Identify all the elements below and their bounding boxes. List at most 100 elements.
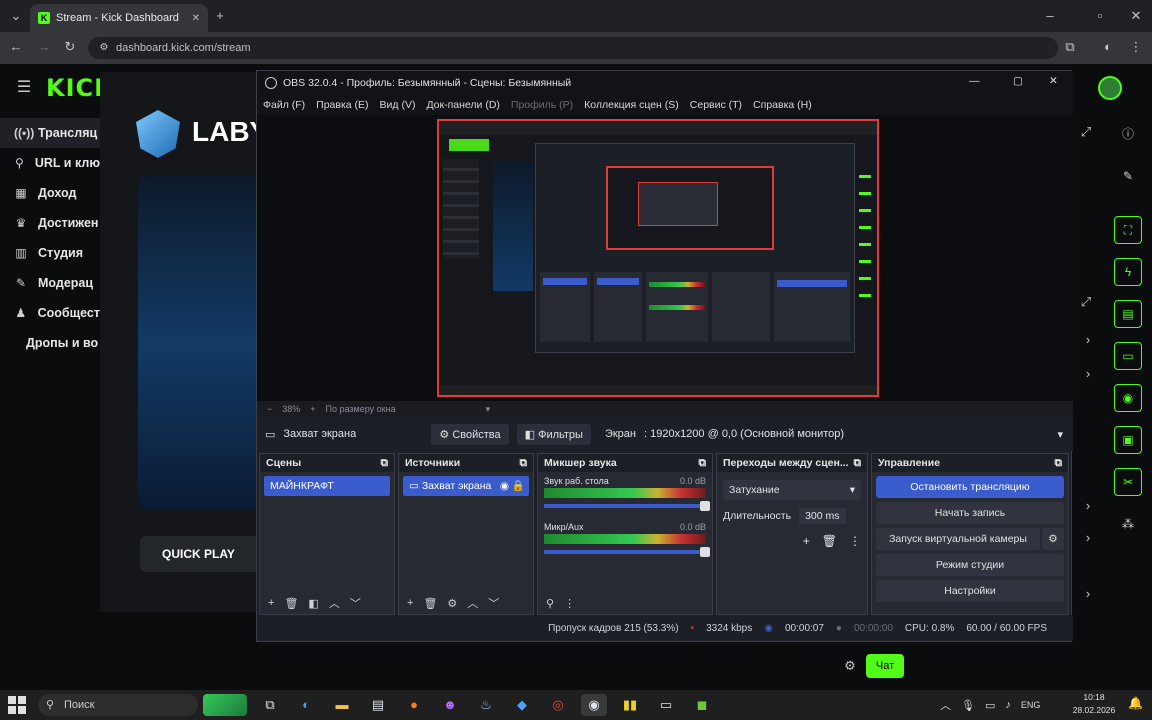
menu-tools[interactable]: Сервис (T) [690,99,742,111]
site-info-icon[interactable]: ⚙ [94,38,114,58]
scene-item[interactable]: МАЙНКРАФТ [264,476,390,496]
menu-help[interactable]: Справка (H) [753,99,812,111]
forward-icon[interactable]: → [34,37,54,57]
virtual-camera-settings-icon[interactable]: ⚙ [1042,528,1064,550]
menu-view[interactable]: Вид (V) [380,99,416,111]
labymod-icon[interactable]: ◆ [509,694,535,716]
start-recording-button[interactable]: Начать запись [876,502,1064,524]
dock-undock-icon[interactable]: ⧉ [381,454,389,472]
screen-capture-preview[interactable] [437,119,879,397]
chat-bubble-icon[interactable]: ▭ [1114,342,1142,370]
quick-play-button[interactable]: QUICK PLAY [140,536,260,572]
sidebar-item-studio[interactable]: ▥ Студия [0,238,100,268]
minecraft-icon[interactable]: ◼ [689,694,715,716]
obs-minimize-icon[interactable]: — [969,75,980,87]
remove-transition-icon[interactable]: 🗑 [822,534,837,548]
move-down-icon[interactable]: ﹀ [350,595,361,611]
duration-input[interactable]: 300 ms [799,508,846,524]
discord-icon[interactable]: ☻ [437,694,463,716]
sidebar-item-community[interactable]: ♟ Сообщест [0,298,100,328]
obs-maximize-icon[interactable]: ▢ [1013,75,1023,87]
transition-select[interactable]: Затухание ▾ [723,480,861,500]
expand-icon[interactable]: ⤢ [1076,122,1096,142]
sidebar-item-achievements[interactable]: ♛ Достижен [0,208,100,238]
dock-undock-icon[interactable]: ⧉ [520,454,528,472]
mixer-menu-icon[interactable]: ⋮ [564,597,575,610]
weather-widget-icon[interactable] [203,694,247,716]
tray-chevron-icon[interactable]: ︿ [940,697,951,713]
stop-streaming-button[interactable]: Остановить трансляцию [876,476,1064,498]
task-view-icon[interactable]: ⧉ [257,694,283,716]
volume-icon[interactable]: ♪ [1005,699,1011,711]
network-tray-icon[interactable]: ▭ [985,699,995,712]
add-scene-icon[interactable]: + [268,597,274,609]
hamburger-icon[interactable]: ☰ [14,78,34,98]
menu-docks[interactable]: Док-панели (D) [426,99,499,111]
chat-send-button[interactable]: Чат [866,654,904,678]
move-up-icon[interactable]: ︿ [329,595,340,611]
reload-icon[interactable]: ↻ [60,37,80,57]
minimize-icon[interactable]: – [1040,6,1060,26]
menu-file[interactable]: Файл (F) [263,99,305,111]
obs-preview[interactable] [257,115,1073,401]
menu-edit[interactable]: Правка (E) [316,99,368,111]
screen-dropdown-icon[interactable]: ▾ [1057,428,1063,441]
volume-slider[interactable] [544,501,710,511]
apps-icon[interactable]: ⁂ [1114,510,1142,538]
remove-source-icon[interactable]: 🗑 [423,597,437,610]
volume-slider-knob[interactable] [700,547,710,557]
microphone-icon[interactable]: 🎙 [961,699,975,712]
profile-icon[interactable]: ◐ [1098,37,1118,57]
menu-scene-collection[interactable]: Коллекция сцен (S) [584,99,679,111]
layout-icon[interactable]: ▣ [1114,426,1142,454]
sidebar-item-broadcast[interactable]: ((•)) Трансляц [0,118,100,148]
edge-icon[interactable]: ◐ [293,694,319,716]
sidebar-item-drops[interactable]: Дропы и во [0,328,100,358]
zoom-out-icon[interactable]: − [267,404,272,414]
chevron-right-icon[interactable]: › [1078,364,1098,384]
close-tab-icon[interactable]: ✕ [192,13,200,24]
volume-slider-knob[interactable] [700,501,710,511]
sidebar-item-url-keys[interactable]: ⚲ URL и клю [0,148,100,178]
zoom-mode[interactable]: По размеру окна [326,404,396,414]
lightning-icon[interactable]: ϟ [1114,258,1142,286]
steam-icon[interactable]: ♨ [473,694,499,716]
clip-icon[interactable]: ⛶ [1114,216,1142,244]
mixer-settings-icon[interactable]: ⚲ [546,597,554,610]
extensions-icon[interactable]: ⧉ [1060,37,1080,57]
tab-list-icon[interactable]: ⌄ [6,6,26,26]
maximize-icon[interactable]: ▫ [1090,6,1110,26]
menu-dots-icon[interactable]: ⋮ [1126,37,1146,57]
remove-scene-icon[interactable]: 🗑 [284,597,298,610]
settings-gear-icon[interactable]: ⚙ [840,656,860,676]
move-up-icon[interactable]: ︿ [467,595,478,611]
obs-icon[interactable]: ◉ [581,694,607,716]
volume-slider[interactable] [544,547,710,557]
obs-close-icon[interactable]: ✕ [1049,75,1058,87]
app-icon[interactable]: ▭ [653,694,679,716]
dock-undock-icon[interactable]: ⧉ [1055,454,1063,472]
zoom-dropdown-icon[interactable]: ▾ [486,404,491,415]
chevron-right-icon[interactable]: › [1078,584,1098,604]
zoom-in-icon[interactable]: + [310,404,315,414]
dock-undock-icon[interactable]: ⧉ [699,454,707,472]
scene-filters-icon[interactable]: ◧ [308,597,318,610]
firefox-icon[interactable]: ● [401,694,427,716]
transition-menu-icon[interactable]: ⋮ [849,534,861,548]
start-virtual-camera-button[interactable]: Запуск виртуальной камеры [876,528,1040,550]
language-indicator[interactable]: ENG [1021,700,1041,710]
clock[interactable]: 10:18 28.02.2026 [1064,691,1124,717]
sidebar-item-income[interactable]: ▦ Доход [0,178,100,208]
file-explorer-icon[interactable]: ▬ [329,694,355,716]
add-source-icon[interactable]: + [407,597,413,609]
store-icon[interactable]: ▤ [365,694,391,716]
chevron-right-icon[interactable]: › [1078,528,1098,548]
chevron-right-icon[interactable]: › [1078,330,1098,350]
browser-tab[interactable]: K Stream - Kick Dashboard ✕ [30,4,208,32]
new-tab-icon[interactable]: + [210,6,230,26]
close-window-icon[interactable]: ✕ [1126,6,1146,26]
taskbar-search[interactable]: ⚲ Поиск [38,694,198,716]
move-down-icon[interactable]: ﹀ [488,595,499,611]
app-icon[interactable]: ▮▮ [617,694,643,716]
studio-mode-button[interactable]: Режим студии [876,554,1064,576]
